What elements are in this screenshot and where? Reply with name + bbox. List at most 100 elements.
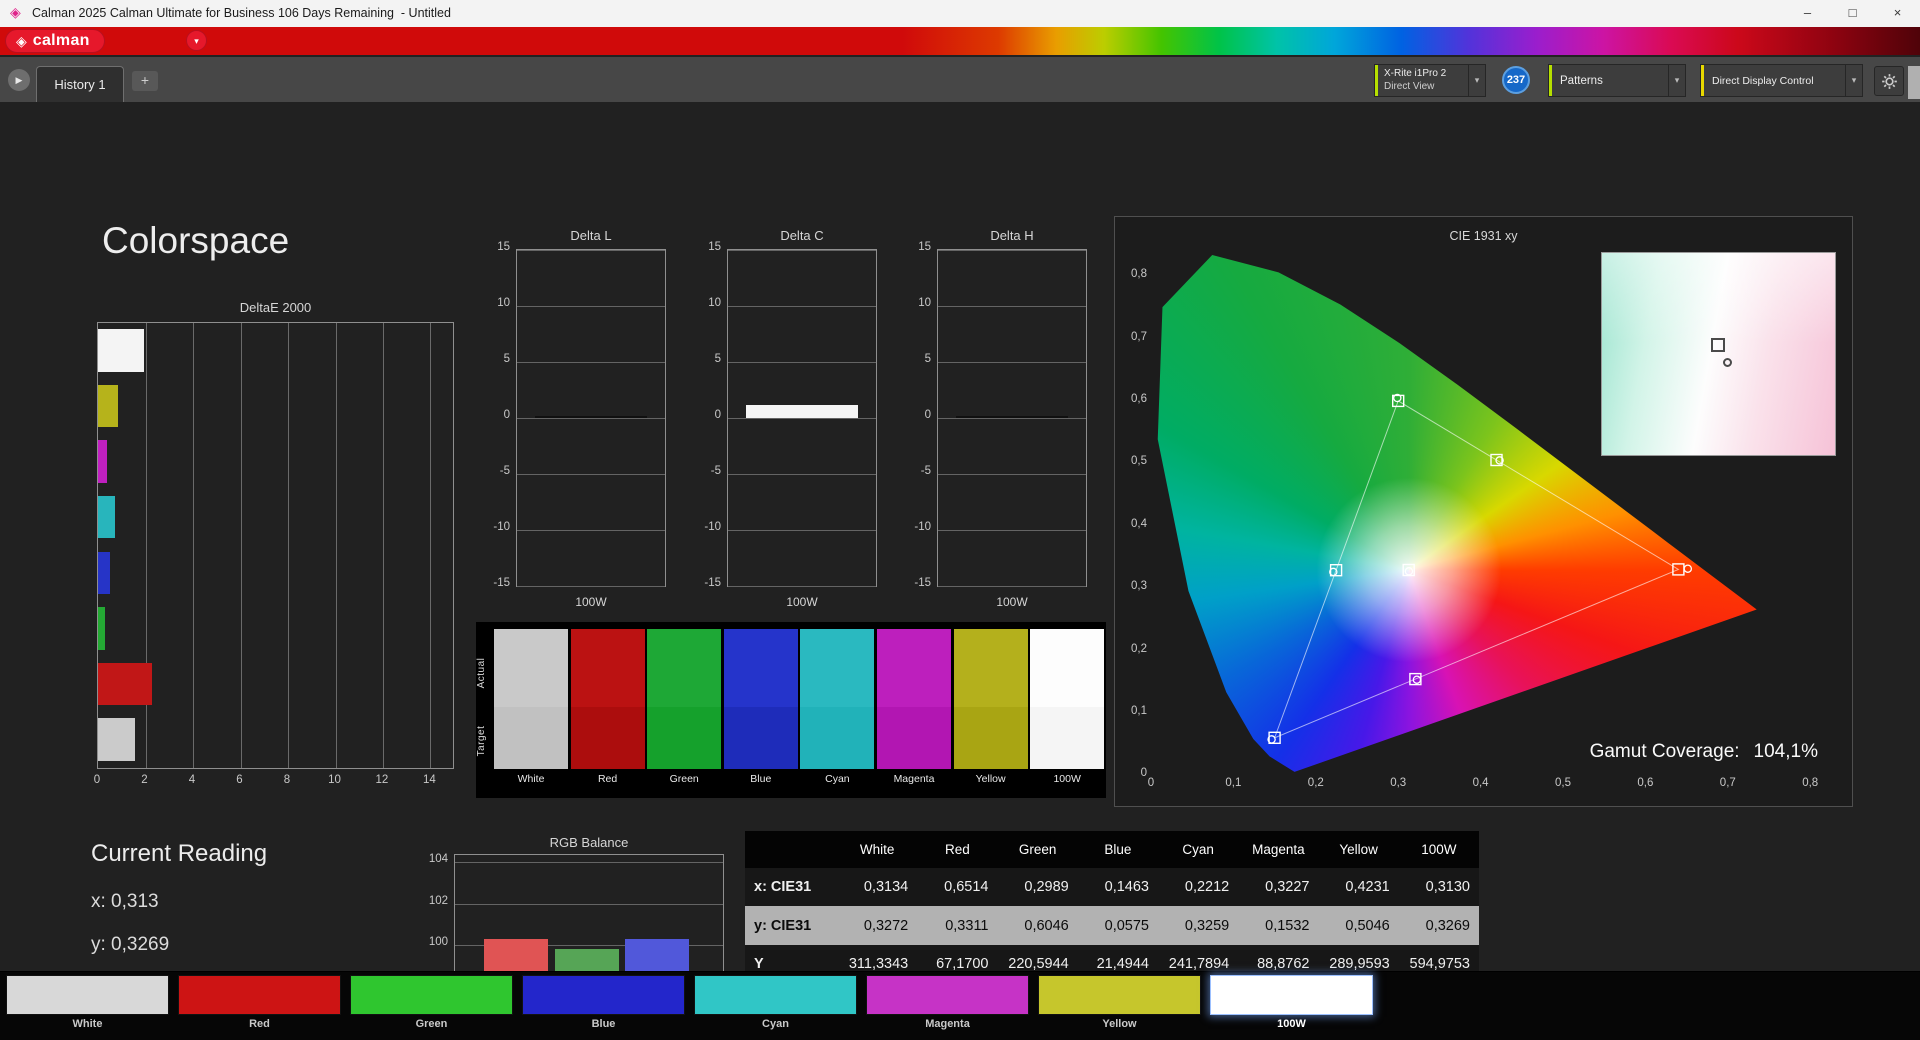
cie-ytick-label: 0,4 xyxy=(1131,517,1147,530)
meter-name: X-Rite i1Pro 2 xyxy=(1384,68,1447,79)
brand-gradient-bar: ◈ calman ▾ xyxy=(0,27,1920,55)
play-icon: ▶ xyxy=(15,75,23,85)
cie-ytick-label: 0,5 xyxy=(1131,455,1147,468)
cie-ytick-label: 0,1 xyxy=(1131,704,1147,717)
target-swatch xyxy=(647,707,722,769)
delta-tick-label: -15 xyxy=(493,577,510,589)
meter-dropdown[interactable]: X-Rite i1Pro 2 Direct View ▾ xyxy=(1374,64,1486,97)
inset-measured-marker xyxy=(1723,358,1733,368)
delta-tick-label: -15 xyxy=(704,577,721,589)
delta-tick-label: 0 xyxy=(503,409,510,421)
history-nav-button[interactable]: ▶ xyxy=(8,69,30,91)
actual-swatch xyxy=(494,629,568,707)
actual-swatch xyxy=(723,629,798,707)
pattern-swatch-label: Magenta xyxy=(925,1018,970,1030)
table-row-label: y: CIE31 xyxy=(754,917,812,934)
pattern-swatch-label: Yellow xyxy=(1102,1018,1137,1030)
rgb-balance-title: RGB Balance xyxy=(549,835,629,850)
delta-gridline xyxy=(938,418,1086,419)
tab-history-1[interactable]: History 1 xyxy=(36,66,124,104)
target-swatch xyxy=(570,707,645,769)
cie-ytick-label: 0,7 xyxy=(1131,330,1147,343)
tab-bar: ▶ History 1 + X-Rite i1Pro 2 Direct View… xyxy=(0,55,1920,104)
table-cell: 0,1463 xyxy=(1104,879,1149,896)
pattern-swatch-blue[interactable]: Blue xyxy=(522,975,685,1037)
cie-ytick-label: 0,8 xyxy=(1131,268,1147,281)
delta-tick-label: 5 xyxy=(503,353,510,365)
delta-gridline xyxy=(938,306,1086,307)
cie-ytick-label: 0,3 xyxy=(1131,580,1147,593)
table-cell: 0,4231 xyxy=(1345,879,1390,896)
deltae-tick-label: 12 xyxy=(375,774,389,786)
pattern-swatch-yellow[interactable]: Yellow xyxy=(1038,975,1201,1037)
delta-gridline xyxy=(517,586,665,587)
delta-tick-label: 10 xyxy=(708,297,721,309)
rgb-gridline xyxy=(455,862,723,864)
delta-tick-label: -15 xyxy=(914,577,931,589)
chevron-down-icon: ▾ xyxy=(1668,65,1685,96)
deltae-bar xyxy=(98,607,105,650)
table-cell: 0,6046 xyxy=(1024,917,1069,934)
main-content: Colorspace DeltaE 2000 0 2 4 6 8 10 12 14 Delta… xyxy=(0,102,1920,1040)
minimize-button[interactable]: – xyxy=(1785,0,1830,27)
delta-gridline xyxy=(517,530,665,531)
pattern-swatch-cyan[interactable]: Cyan xyxy=(694,975,857,1037)
settings-button[interactable] xyxy=(1874,66,1904,96)
pattern-swatch-fill xyxy=(6,975,169,1015)
maximize-button[interactable]: □ xyxy=(1830,0,1875,27)
delta-tick-label: 10 xyxy=(918,297,931,309)
pattern-swatch-label: Blue xyxy=(591,1018,616,1030)
target-swatch xyxy=(877,707,951,769)
pattern-swatch-label: 100W xyxy=(1277,1018,1306,1030)
delta-tick-label: 5 xyxy=(714,353,721,365)
delta-l-title: Delta L xyxy=(570,228,612,243)
delta-tick-label: -5 xyxy=(499,465,510,477)
actual-swatch xyxy=(570,629,645,707)
delta-tick-label: 15 xyxy=(497,241,510,253)
delta-gridline xyxy=(938,530,1086,531)
deltae-bar xyxy=(98,329,144,372)
delta-gridline xyxy=(728,474,876,475)
pattern-swatch-red[interactable]: Red xyxy=(178,975,341,1037)
reading-y: y: 0,3269 xyxy=(91,933,170,955)
actual-target-swatch-panel: Actual Target White Red Green Blue Cyan Magen… xyxy=(476,622,1106,798)
pattern-swatch-white[interactable]: White xyxy=(6,975,169,1037)
deltae-gridline xyxy=(382,323,384,768)
pattern-swatch-100w[interactable]: 100W xyxy=(1210,975,1373,1037)
delta-gridline xyxy=(728,306,876,307)
cie-xtick-label: 0,6 xyxy=(1637,777,1654,789)
close-button[interactable]: × xyxy=(1875,0,1920,27)
table-cell: 0,3227 xyxy=(1265,879,1310,896)
table-cell: 0,3269 xyxy=(1425,917,1470,934)
logo-menu-button[interactable]: ▾ xyxy=(186,30,207,51)
pattern-swatch-magenta[interactable]: Magenta xyxy=(866,975,1029,1037)
target-swatch xyxy=(1030,707,1105,769)
pattern-swatch-label: Red xyxy=(249,1018,270,1030)
swatch-strip-label: Blue xyxy=(750,773,772,785)
delta-tick-label: 10 xyxy=(497,297,510,309)
delta-tick-label: -10 xyxy=(914,521,931,533)
patterns-dropdown[interactable]: Patterns ▾ xyxy=(1548,64,1686,97)
swatch-columns: White Red Green Blue Cyan Magenta Yellow 100W xyxy=(494,629,1105,793)
delta-gridline xyxy=(517,250,665,251)
swatch-column-blue: Blue xyxy=(723,629,798,785)
partial-button[interactable] xyxy=(1908,66,1920,99)
gamut-coverage-value: 104,1% xyxy=(1753,741,1818,762)
delta-gridline xyxy=(517,306,665,307)
calman-app-icon: ◈ xyxy=(10,4,21,20)
delta-gridline xyxy=(938,362,1086,363)
deltae-bar xyxy=(98,662,152,706)
cie-xtick-label: 0,5 xyxy=(1555,777,1571,789)
calman-logo-text: calman xyxy=(32,32,90,49)
calman-logo[interactable]: ◈ calman xyxy=(5,29,105,53)
pattern-swatch-green[interactable]: Green xyxy=(350,975,513,1037)
display-control-dropdown[interactable]: Direct Display Control ▾ xyxy=(1700,64,1863,97)
add-tab-button[interactable]: + xyxy=(132,71,158,91)
delta_l-bar xyxy=(534,416,648,418)
deltae-bar xyxy=(98,384,119,428)
delta_h-plot xyxy=(937,249,1087,587)
swatch-column-magenta: Magenta xyxy=(877,629,951,785)
current-reading-title: Current Reading xyxy=(91,840,268,867)
table-row: y: CIE31 0,3272 0,3311 0,6046 0,0575 0,3259 0,… xyxy=(745,906,1479,945)
rgb-gridline xyxy=(455,903,723,905)
